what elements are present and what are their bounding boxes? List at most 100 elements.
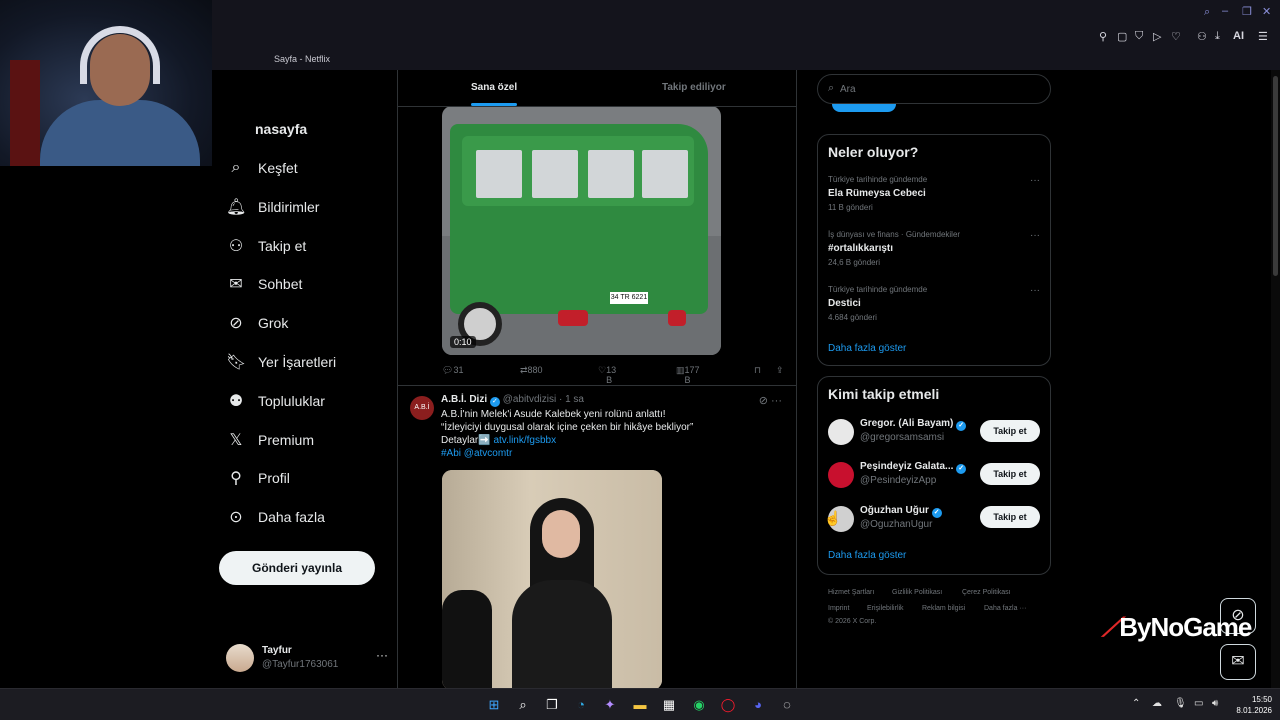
nav-item-explore[interactable]: ⌕ Keşfet xyxy=(226,153,298,183)
profile-icon[interactable]: ⚇ xyxy=(1197,30,1207,43)
tab-title[interactable]: Sayfa - Netflix xyxy=(274,54,330,64)
nav-item-notifications[interactable]: 🔔︎ Bildirimler xyxy=(226,192,319,222)
like-button[interactable]: ♡ 13 B xyxy=(598,365,616,385)
nav-home-label[interactable]: nasayfa xyxy=(255,121,307,137)
network-icon[interactable]: ▭ xyxy=(1194,698,1203,709)
ai-button[interactable]: AI xyxy=(1233,30,1244,42)
send-icon[interactable]: ▷ xyxy=(1153,30,1161,43)
nav-item-follow[interactable]: ⚇ Takip et xyxy=(226,231,306,261)
account-name: Tayfur xyxy=(262,645,292,656)
follow-button[interactable]: Takip et xyxy=(980,463,1040,485)
share-icon[interactable]: ⇪ xyxy=(776,365,784,376)
tweet-text: Detaylar➡️ atv.link/fgsbbx xyxy=(441,435,556,446)
restore-icon[interactable]: ❐ xyxy=(1242,5,1252,18)
like-count: 13 B xyxy=(606,365,617,385)
footer-more[interactable]: Daha fazla ··· xyxy=(984,605,1026,612)
video-taillight xyxy=(668,310,686,326)
scrollbar-thumb[interactable] xyxy=(1273,76,1278,276)
follow-name[interactable]: Gregor. (Ali Bayam) ✓ xyxy=(860,418,967,431)
nav-item-bookmarks[interactable]: 🔖︎ Yer İşaretleri xyxy=(226,347,336,377)
shield-icon[interactable]: ⛉ xyxy=(1135,30,1143,43)
tweet-image[interactable] xyxy=(442,470,662,688)
edge-icon[interactable]: ◔ xyxy=(571,695,591,715)
nav-item-grok[interactable]: ⊘ Grok xyxy=(226,308,288,338)
store-icon[interactable]: ▦ xyxy=(659,695,679,715)
nav-item-profile[interactable]: ⚲ Profil xyxy=(226,463,290,493)
discord-icon[interactable]: ◕ xyxy=(748,695,768,715)
chair xyxy=(10,60,40,166)
trend-name[interactable]: Destici xyxy=(828,298,861,309)
more-icon[interactable]: ··· xyxy=(1030,175,1040,186)
trend-name[interactable]: #ortalıkkarıştı xyxy=(828,243,893,254)
nav-item-communities[interactable]: ⚉ Topluluklar xyxy=(226,386,325,416)
microphone-icon[interactable]: 🎙︎ xyxy=(1174,698,1187,709)
partial-button[interactable] xyxy=(832,104,896,112)
author-handle[interactable]: @abitvdizisi xyxy=(503,394,557,405)
pin-icon[interactable]: ⚲ xyxy=(1099,30,1107,43)
account-switcher[interactable]: Tayfur @Tayfur1763061 ··· xyxy=(226,642,388,676)
reply-button[interactable]: 💬︎ 31 xyxy=(442,365,463,376)
search-box[interactable]: ⌕ Ara xyxy=(817,74,1051,104)
grok-icon: ⊘ xyxy=(229,315,243,332)
nav-item-premium[interactable]: 𝕏 Premium xyxy=(226,425,314,455)
tweet-hashtags[interactable]: #Abi @atvcomtr xyxy=(441,448,512,459)
search-icon: ⌕ xyxy=(231,159,241,176)
app-icon[interactable]: ◌ xyxy=(777,695,797,715)
more-icon[interactable]: ··· xyxy=(1030,230,1040,241)
follow-handle: @PesindeyizApp xyxy=(860,475,937,486)
footer-imprint[interactable]: Imprint xyxy=(828,605,849,612)
volume-icon[interactable]: 🔊︎ xyxy=(1212,698,1218,709)
video-player[interactable]: 34 TR 6221 0:10 xyxy=(442,106,721,355)
tab-following[interactable]: Takip ediliyor xyxy=(662,82,726,93)
task-view-icon[interactable]: ❐ xyxy=(542,695,562,715)
minimize-icon[interactable]: – xyxy=(1222,5,1228,17)
close-icon[interactable]: ✕ xyxy=(1262,5,1271,18)
follow-button[interactable]: Takip et xyxy=(980,506,1040,528)
follow-button[interactable]: Takip et xyxy=(980,420,1040,442)
download-icon[interactable]: ⤓ xyxy=(1215,30,1220,43)
views-button[interactable]: ▥ 177 B xyxy=(676,365,700,385)
search-icon[interactable]: ⌕ xyxy=(513,695,533,715)
opera-icon[interactable]: ◯ xyxy=(718,695,738,715)
more-icon[interactable]: ··· xyxy=(376,648,388,662)
nav-item-chat[interactable]: ✉ Sohbet xyxy=(226,269,302,299)
screenshot-icon[interactable]: ▢ xyxy=(1117,30,1127,43)
post-button[interactable]: Gönderi yayınla xyxy=(219,551,375,585)
avatar[interactable]: A.B.İ xyxy=(410,396,434,420)
copilot-icon[interactable]: ✦ xyxy=(600,695,620,715)
footer-ads[interactable]: Reklam bilgisi xyxy=(922,605,965,612)
more-icon[interactable]: ··· xyxy=(1030,285,1040,296)
avatar[interactable] xyxy=(828,419,854,445)
scrollbar[interactable] xyxy=(1271,70,1280,688)
footer-accessibility[interactable]: Erişilebilirlik xyxy=(867,605,904,612)
footer-cookies[interactable]: Çerez Politikası xyxy=(962,589,1011,596)
more-icon[interactable]: ··· xyxy=(771,395,782,407)
system-clock[interactable]: 15:50 8.01.2026 xyxy=(1232,694,1272,716)
chevron-up-icon[interactable]: ⌃ xyxy=(1132,698,1140,709)
author-name[interactable]: A.B.İ. Dizi xyxy=(441,394,487,405)
windows-start-icon[interactable]: ⊞ xyxy=(484,695,504,715)
follow-name[interactable]: Peşindeyiz Galata... ✓ xyxy=(860,461,967,474)
file-explorer-icon[interactable]: ▬ xyxy=(630,695,650,715)
footer-terms[interactable]: Hizmet Şartları xyxy=(828,589,874,596)
post-actions: 💬︎ 31 ⇄ 880 ♡ 13 B ▥ 177 B ⊓ ⇪ xyxy=(442,365,788,385)
whatsapp-icon[interactable]: ◉ xyxy=(689,695,709,715)
menu-icon[interactable]: ☰ xyxy=(1258,30,1268,43)
tweet-link[interactable]: atv.link/fgsbbx xyxy=(493,435,556,446)
cloud-icon[interactable]: ☁ xyxy=(1152,698,1162,709)
follow-name[interactable]: Oğuzhan Uğur ✓ xyxy=(860,505,942,518)
trend-name[interactable]: Ela Rümeysa Cebeci xyxy=(828,188,926,199)
show-more-link[interactable]: Daha fazla göster xyxy=(828,343,906,354)
messages-button[interactable]: ✉ xyxy=(1220,644,1256,680)
repost-button[interactable]: ⇄ 880 xyxy=(520,365,543,376)
avatar[interactable] xyxy=(828,462,854,488)
grok-icon[interactable]: ⊘ xyxy=(759,395,768,407)
tab-for-you[interactable]: Sana özel xyxy=(471,82,517,93)
heart-icon[interactable]: ♡ xyxy=(1171,30,1181,43)
bookmark-icon[interactable]: ⊓ xyxy=(754,365,761,376)
footer-privacy[interactable]: Gizlilik Politikası xyxy=(892,589,942,596)
search-icon[interactable]: ⌕ xyxy=(1204,6,1210,19)
show-more-link[interactable]: Daha fazla göster xyxy=(828,550,906,561)
nav-item-more[interactable]: ⊙ Daha fazla xyxy=(226,502,325,532)
trend-count: 4.684 gönderi xyxy=(828,313,877,322)
